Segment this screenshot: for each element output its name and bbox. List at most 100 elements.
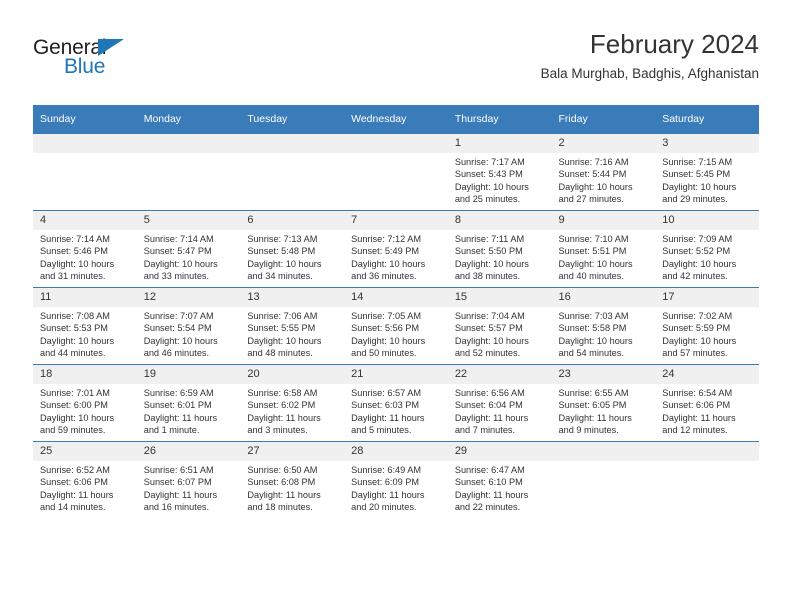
day-number: 10 — [655, 211, 759, 230]
day-detail-sunset: Sunset: 5:46 PM — [40, 246, 108, 257]
day-detail-sunset: Sunset: 5:47 PM — [143, 246, 212, 257]
day-detail-daylight-line1: Daylight: 10 hours — [662, 181, 737, 192]
day-number: 15 — [447, 288, 552, 307]
day-detail-daylight-line1: Daylight: 10 hours — [662, 335, 737, 346]
weekday-header-row: Sunday Monday Tuesday Wednesday Thursday… — [33, 105, 759, 134]
day-detail-daylight-line2: and 12 minutes. — [662, 425, 728, 436]
day-detail-sunset: Sunset: 6:06 PM — [662, 400, 731, 411]
day-detail-daylight-line1: Daylight: 11 hours — [351, 412, 425, 423]
day-detail: Sunrise: 6:57 AM Sunset: 6:03 PM Daylight:… — [344, 384, 448, 437]
generalblue-logo: General Blue — [33, 36, 163, 84]
day-number: 12 — [136, 288, 241, 307]
day-detail-sunset: Sunset: 5:58 PM — [558, 323, 627, 334]
day-detail-daylight-line2: and 22 minutes. — [454, 502, 521, 513]
day-detail-sunrise: Sunrise: 7:10 AM — [558, 234, 629, 244]
weekday-header-sunday: Sunday — [33, 105, 137, 134]
day-detail-daylight-line2: and 44 minutes. — [40, 348, 106, 359]
calendar-day-cell[interactable]: 13 Sunrise: 7:06 AM Sunset: 5:55 PM Dayligh… — [240, 287, 345, 365]
day-detail-daylight-line2: and 14 minutes. — [40, 502, 106, 513]
calendar-day-cell[interactable]: 26 Sunrise: 6:51 AM Sunset: 6:07 PM Dayligh… — [136, 441, 241, 518]
day-detail-daylight-line2: and 18 minutes. — [247, 502, 313, 513]
day-detail: Sunrise: 6:58 AM Sunset: 6:02 PM Daylight:… — [240, 384, 344, 437]
calendar-day-cell[interactable]: 24 Sunrise: 6:54 AM Sunset: 6:06 PM Dayligh… — [655, 364, 759, 442]
day-number: 6 — [240, 211, 345, 230]
day-number: 25 — [33, 442, 137, 461]
day-number: 3 — [655, 134, 759, 153]
calendar-day-cell[interactable]: 25 Sunrise: 6:52 AM Sunset: 6:06 PM Dayligh… — [33, 441, 137, 518]
day-detail-sunset: Sunset: 5:45 PM — [662, 169, 731, 180]
day-detail: Sunrise: 6:47 AM Sunset: 6:10 PM Daylight:… — [448, 461, 552, 514]
day-detail-sunrise: Sunrise: 7:01 AM — [40, 388, 110, 398]
day-detail-daylight-line1: Daylight: 10 hours — [558, 181, 633, 192]
calendar-day-cell[interactable]: 12 Sunrise: 7:07 AM Sunset: 5:54 PM Dayligh… — [136, 287, 241, 365]
day-detail-sunrise: Sunrise: 7:11 AM — [454, 234, 525, 244]
calendar-day-cell[interactable]: 1 Sunrise: 7:17 AM Sunset: 5:43 PM Daylight… — [447, 133, 552, 211]
day-detail: Sunrise: 6:49 AM Sunset: 6:09 PM Daylight:… — [344, 461, 448, 514]
calendar-day-cell[interactable]: 7 Sunrise: 7:12 AM Sunset: 5:49 PM Daylight… — [344, 210, 448, 288]
day-detail-sunrise: Sunrise: 7:14 AM — [143, 234, 214, 244]
day-detail-sunrise: Sunrise: 7:17 AM — [454, 157, 525, 167]
weekday-header-thursday: Thursday — [447, 105, 552, 134]
day-detail-daylight-line1: Daylight: 11 hours — [143, 489, 218, 500]
day-detail: Sunrise: 6:54 AM Sunset: 6:06 PM Daylight:… — [655, 384, 759, 437]
calendar-day-cell[interactable]: 17 Sunrise: 7:02 AM Sunset: 5:59 PM Dayligh… — [655, 287, 759, 365]
calendar-day-cell[interactable]: 5 Sunrise: 7:14 AM Sunset: 5:47 PM Daylight… — [136, 210, 241, 288]
day-detail-sunrise: Sunrise: 7:02 AM — [662, 311, 733, 321]
calendar-day-cell[interactable]: 19 Sunrise: 6:59 AM Sunset: 6:01 PM Dayligh… — [136, 364, 241, 442]
day-detail-sunset: Sunset: 5:56 PM — [351, 323, 420, 334]
day-detail-sunrise: Sunrise: 6:58 AM — [247, 388, 318, 398]
calendar-day-cell[interactable]: 22 Sunrise: 6:56 AM Sunset: 6:04 PM Dayligh… — [447, 364, 552, 442]
calendar-day-cell[interactable]: 29 Sunrise: 6:47 AM Sunset: 6:10 PM Dayligh… — [447, 441, 552, 518]
day-number — [655, 442, 759, 461]
calendar-day-cell[interactable]: 8 Sunrise: 7:11 AM Sunset: 5:50 PM Daylight… — [447, 210, 552, 288]
calendar-day-cell-empty — [136, 133, 241, 211]
day-number: 28 — [344, 442, 448, 461]
day-detail-sunrise: Sunrise: 6:55 AM — [558, 388, 629, 398]
day-detail-daylight-line1: Daylight: 11 hours — [558, 412, 632, 423]
calendar-day-cell[interactable]: 3 Sunrise: 7:15 AM Sunset: 5:45 PM Daylight… — [655, 133, 759, 211]
calendar-day-cell[interactable]: 23 Sunrise: 6:55 AM Sunset: 6:05 PM Dayligh… — [551, 364, 656, 442]
day-detail-daylight-line2: and 3 minutes. — [247, 425, 308, 436]
calendar-day-cell[interactable]: 2 Sunrise: 7:16 AM Sunset: 5:44 PM Daylight… — [551, 133, 656, 211]
day-number: 18 — [33, 365, 137, 384]
day-detail: Sunrise: 7:04 AM Sunset: 5:57 PM Daylight:… — [448, 307, 552, 360]
day-number: 8 — [447, 211, 552, 230]
day-detail: Sunrise: 7:02 AM Sunset: 5:59 PM Daylight:… — [655, 307, 759, 360]
day-detail-sunset: Sunset: 6:00 PM — [40, 400, 108, 411]
calendar-day-cell[interactable]: 15 Sunrise: 7:04 AM Sunset: 5:57 PM Dayligh… — [447, 287, 552, 365]
day-detail-daylight-line1: Daylight: 10 hours — [143, 258, 218, 269]
calendar-day-cell[interactable]: 4 Sunrise: 7:14 AM Sunset: 5:46 PM Daylight… — [33, 210, 137, 288]
day-detail-daylight-line2: and 57 minutes. — [662, 348, 728, 359]
weekday-header-saturday: Saturday — [655, 105, 759, 134]
calendar-day-cell[interactable]: 27 Sunrise: 6:50 AM Sunset: 6:08 PM Dayligh… — [240, 441, 345, 518]
calendar-day-cell[interactable]: 10 Sunrise: 7:09 AM Sunset: 5:52 PM Dayligh… — [655, 210, 759, 288]
calendar-day-cell[interactable]: 11 Sunrise: 7:08 AM Sunset: 5:53 PM Dayligh… — [33, 287, 137, 365]
weekday-header-friday: Friday — [551, 105, 656, 134]
calendar-day-cell[interactable]: 14 Sunrise: 7:05 AM Sunset: 5:56 PM Dayligh… — [344, 287, 448, 365]
day-detail-sunrise: Sunrise: 7:15 AM — [662, 157, 733, 167]
calendar-day-cell[interactable]: 6 Sunrise: 7:13 AM Sunset: 5:48 PM Daylight… — [240, 210, 345, 288]
day-detail-daylight-line2: and 36 minutes. — [351, 271, 417, 282]
day-detail-daylight-line1: Daylight: 11 hours — [40, 489, 114, 500]
calendar-day-cell[interactable]: 28 Sunrise: 6:49 AM Sunset: 6:09 PM Dayligh… — [344, 441, 448, 518]
day-detail-daylight-line2: and 31 minutes. — [40, 271, 106, 282]
calendar-day-cell[interactable]: 18 Sunrise: 7:01 AM Sunset: 6:00 PM Dayligh… — [33, 364, 137, 442]
calendar-day-cell[interactable]: 20 Sunrise: 6:58 AM Sunset: 6:02 PM Dayligh… — [240, 364, 345, 442]
day-detail-daylight-line1: Daylight: 11 hours — [454, 412, 529, 423]
day-detail-daylight-line1: Daylight: 11 hours — [247, 489, 321, 500]
day-number: 26 — [136, 442, 241, 461]
day-detail-daylight-line2: and 9 minutes. — [558, 425, 619, 436]
day-number: 5 — [136, 211, 241, 230]
day-detail-sunset: Sunset: 5:59 PM — [662, 323, 731, 334]
day-detail-daylight-line1: Daylight: 11 hours — [143, 412, 218, 423]
calendar-header-row: Sunday Monday Tuesday Wednesday Thursday… — [33, 105, 759, 134]
day-detail-daylight-line1: Daylight: 10 hours — [40, 335, 115, 346]
calendar-day-cell[interactable]: 21 Sunrise: 6:57 AM Sunset: 6:03 PM Dayligh… — [344, 364, 448, 442]
day-number — [551, 442, 656, 461]
weekday-header-tuesday: Tuesday — [240, 105, 345, 134]
day-number: 2 — [551, 134, 656, 153]
calendar-day-cell[interactable]: 9 Sunrise: 7:10 AM Sunset: 5:51 PM Daylight… — [551, 210, 656, 288]
calendar-day-cell[interactable]: 16 Sunrise: 7:03 AM Sunset: 5:58 PM Dayligh… — [551, 287, 656, 365]
day-detail-sunset: Sunset: 5:51 PM — [558, 246, 627, 257]
day-detail-daylight-line2: and 29 minutes. — [662, 194, 728, 205]
